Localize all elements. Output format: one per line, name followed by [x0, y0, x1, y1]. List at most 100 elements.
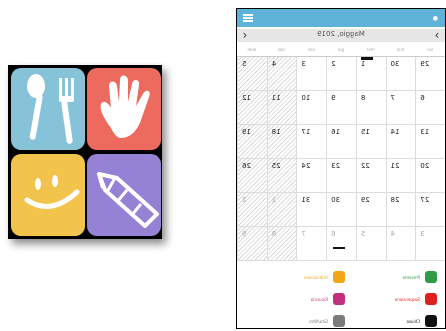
legend-item-presente: Presente	[403, 271, 437, 283]
legend-swatch	[333, 315, 345, 327]
day-cell-weekend[interactable]: 8	[266, 227, 297, 261]
day-number: 3	[420, 230, 425, 238]
day-cell[interactable]: 6	[326, 227, 356, 261]
legend-label: Rinuncia	[310, 296, 328, 302]
overflow-icon[interactable]: ●	[433, 15, 438, 22]
day-cell[interactable]: 17	[296, 125, 327, 159]
day-cell[interactable]: 15	[355, 125, 386, 159]
day-number: 15	[360, 128, 370, 136]
day-cell-weekend[interactable]: 25	[266, 159, 297, 193]
day-cell[interactable]: 7	[385, 91, 416, 125]
day-number: 14	[390, 128, 400, 136]
app-logo	[8, 65, 162, 239]
day-cell[interactable]: 13	[415, 125, 445, 159]
day-cell[interactable]: 1	[355, 57, 386, 91]
legend-label: Ordinazione	[303, 274, 328, 280]
legend-item-sospensione: Sospensione	[395, 293, 437, 305]
day-cell[interactable]: 31	[296, 193, 327, 227]
day-cell-weekend[interactable]: 9	[237, 227, 267, 261]
day-cell[interactable]: 20	[415, 159, 445, 193]
legend-label: Chiuso	[406, 318, 420, 324]
day-cell[interactable]: 7	[296, 227, 327, 261]
weekday-header: lun mar mer gio ven sab dom	[237, 45, 445, 55]
legend-item-altro: Gita/Altro	[309, 315, 345, 327]
day-number: 8	[360, 94, 366, 102]
weekday-label: dom	[247, 47, 257, 52]
day-number: 6	[420, 94, 425, 102]
day-number: 11	[271, 94, 281, 102]
day-number: 16	[331, 128, 341, 136]
legend-swatch	[333, 271, 345, 283]
day-number: 4	[390, 230, 396, 238]
legend: Presente Sospensione Chiuso Ordinazione …	[237, 261, 445, 328]
day-number: 23	[331, 162, 341, 170]
day-cell-weekend[interactable]: 26	[237, 159, 267, 193]
day-number: 4	[271, 60, 277, 68]
day-number: 6	[331, 230, 336, 238]
day-cell[interactable]: 22	[355, 159, 386, 193]
day-cell-weekend[interactable]: 1	[266, 193, 297, 227]
day-number: 21	[390, 162, 400, 170]
day-cell-weekend[interactable]: 18	[266, 125, 297, 159]
day-number: 7	[390, 94, 396, 102]
day-number: 18	[271, 128, 281, 136]
pencil-tile	[87, 154, 161, 236]
day-number: 19	[242, 128, 251, 136]
day-cell[interactable]: 30	[326, 193, 356, 227]
day-cell[interactable]: 5	[355, 227, 386, 261]
weekday-label: mar	[396, 47, 405, 52]
day-number: 31	[301, 196, 311, 204]
day-number: 26	[242, 162, 251, 170]
day-cell[interactable]: 9	[326, 91, 356, 125]
next-month-button[interactable]: ›	[431, 28, 443, 42]
day-cell[interactable]: 29	[355, 193, 386, 227]
day-cell[interactable]: 21	[385, 159, 416, 193]
day-cell-weekend[interactable]: 4	[266, 57, 297, 91]
day-cell[interactable]: 6	[415, 91, 445, 125]
day-cell-weekend[interactable]: 12	[237, 91, 267, 125]
day-cell[interactable]: 28	[385, 193, 416, 227]
day-cell[interactable]: 24	[296, 159, 327, 193]
day-cell[interactable]: 27	[415, 193, 445, 227]
day-cell[interactable]: 16	[326, 125, 356, 159]
day-number: 7	[301, 230, 306, 238]
calendar-screen: ● ‹ Maggio, 2019 › lun mar mer gio ven s…	[236, 8, 446, 329]
day-cell-weekend[interactable]: 5	[237, 57, 267, 91]
day-number: 29	[360, 196, 370, 204]
day-number: 5	[242, 60, 247, 68]
day-number: 28	[390, 196, 400, 204]
day-number: 12	[242, 94, 251, 102]
day-cell[interactable]: 4	[385, 227, 416, 261]
day-cell[interactable]: 8	[355, 91, 386, 125]
day-number: 9	[331, 94, 336, 102]
day-cell[interactable]: 3	[415, 227, 445, 261]
day-cell-weekend[interactable]: 11	[266, 91, 297, 125]
day-number: 29	[420, 60, 430, 68]
legend-label: Sospensione	[394, 296, 420, 302]
weekday-label: mer	[366, 47, 375, 52]
day-marker	[333, 247, 346, 249]
legend-swatch	[425, 293, 437, 305]
day-number: 3	[301, 60, 306, 68]
day-number: 8	[271, 230, 277, 238]
day-cell[interactable]: 3	[296, 57, 327, 91]
legend-label: Presente	[402, 274, 420, 280]
day-cell[interactable]: 14	[385, 125, 416, 159]
day-number: 2	[331, 60, 336, 68]
app-toolbar: ●	[237, 9, 445, 27]
weekday-label: gio	[337, 47, 345, 52]
day-cell-weekend[interactable]: 19	[237, 125, 267, 159]
day-number: 25	[271, 162, 281, 170]
day-cell[interactable]: 10	[296, 91, 327, 125]
hamburger-menu-icon[interactable]	[243, 14, 253, 22]
calendar-grid: 29 30 1 2 3 4 5 6 7 8 9 10 11 12 13 14 1…	[237, 56, 445, 261]
spoon-fork-tile	[11, 68, 85, 150]
day-cell[interactable]: 30	[385, 57, 416, 91]
day-number: 5	[360, 230, 366, 238]
day-number: 30	[331, 196, 341, 204]
day-cell[interactable]: 23	[326, 159, 356, 193]
day-cell[interactable]: 2	[326, 57, 356, 91]
day-cell-weekend[interactable]: 2	[237, 193, 267, 227]
day-cell[interactable]: 29	[415, 57, 445, 91]
weekday-label: sab	[278, 47, 286, 52]
